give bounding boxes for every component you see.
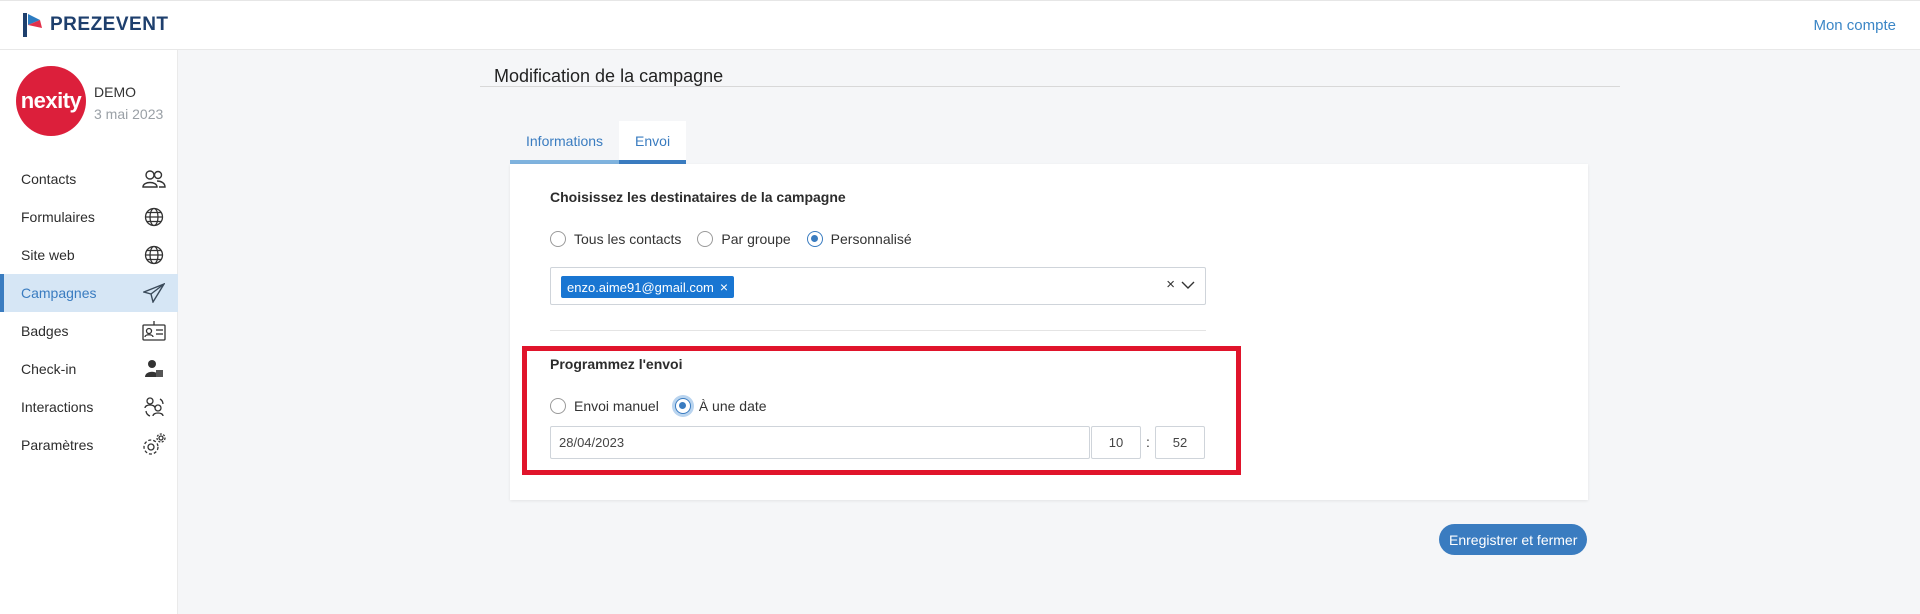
globe-icon <box>142 206 166 228</box>
recipients-multiselect[interactable]: enzo.aime91@gmail.com × × <box>550 267 1206 305</box>
sidebar-item-label: Interactions <box>21 399 94 415</box>
sidebar-item-label: Formulaires <box>21 209 95 225</box>
app-logo[interactable]: PREZEVENT <box>22 12 169 38</box>
contacts-icon <box>142 168 166 190</box>
top-bar: PREZEVENT Mon compte <box>0 0 1920 50</box>
sidebar-item-badges[interactable]: Badges <box>0 312 178 350</box>
radio-circle <box>697 231 714 247</box>
organization-name: DEMO <box>94 84 136 100</box>
sidebar-item-campagnes[interactable]: Campagnes <box>0 274 178 312</box>
brand-name: PREZEVENT <box>50 14 169 35</box>
recipient-chip: enzo.aime91@gmail.com × <box>561 276 735 298</box>
organization-info: DEMO 3 mai 2023 <box>94 84 163 122</box>
sidebar-item-interactions[interactable]: Interactions <box>0 388 178 426</box>
radio-circle <box>550 231 566 247</box>
sidebar-nav: Contacts Formulaires Site web Campagnes … <box>0 160 178 464</box>
sidebar-item-label: Paramètres <box>21 437 94 453</box>
interactions-icon <box>142 396 166 418</box>
paper-plane-icon <box>142 282 166 304</box>
chevron-down-icon[interactable] <box>1181 277 1195 293</box>
section-divider <box>550 330 1206 331</box>
sidebar-item-label: Badges <box>21 323 69 339</box>
remove-chip-icon[interactable]: × <box>720 279 728 295</box>
organization-block: nexity DEMO 3 mai 2023 <box>16 66 163 136</box>
prezevent-logo-icon <box>23 13 42 37</box>
radio-par-groupe[interactable]: Par groupe <box>697 231 791 247</box>
clear-selection-icon[interactable]: × <box>1166 276 1175 293</box>
chip-label: enzo.aime91@gmail.com <box>567 279 714 295</box>
account-link[interactable]: Mon compte <box>1813 17 1896 34</box>
radio-circle <box>806 231 823 247</box>
recipients-title: Choisissez les destinataires de la campa… <box>550 189 846 205</box>
schedule-radio-group: Envoi manuel À une date <box>550 398 783 414</box>
hour-input[interactable]: 10 <box>1091 426 1141 459</box>
page-title: Modification de la campagne <box>494 66 724 86</box>
organization-logo: nexity <box>16 66 86 136</box>
sidebar-item-label: Site web <box>21 247 75 263</box>
tab-informations[interactable]: Informations <box>510 121 620 164</box>
radio-a-une-date[interactable]: À une date <box>674 398 767 414</box>
save-and-close-button[interactable]: Enregistrer et fermer <box>1439 524 1588 555</box>
date-input[interactable]: 28/04/2023 <box>550 426 1090 459</box>
sidebar-item-label: Campagnes <box>21 285 97 301</box>
radio-label: Tous les contacts <box>574 231 682 247</box>
radio-personnalise[interactable]: Personnalisé <box>806 231 912 247</box>
badge-icon <box>142 320 166 342</box>
sidebar-item-formulaires[interactable]: Formulaires <box>0 198 178 236</box>
radio-tous-les-contacts[interactable]: Tous les contacts <box>550 231 681 247</box>
tab-bar: Informations Envoi <box>510 121 687 164</box>
radio-label: Par groupe <box>721 231 791 247</box>
sidebar-item-site-web[interactable]: Site web <box>0 236 178 274</box>
recipients-radio-group: Tous les contacts Par groupe Personnalis… <box>550 231 928 247</box>
radio-label: Personnalisé <box>830 231 912 247</box>
sidebar-item-check-in[interactable]: Check-in <box>0 350 178 388</box>
tab-envoi[interactable]: Envoi <box>619 121 687 164</box>
envoi-panel: Choisissez les destinataires de la campa… <box>510 164 1588 500</box>
settings-gear-icon <box>142 433 166 456</box>
globe-icon <box>142 244 166 266</box>
radio-circle <box>674 398 691 414</box>
radio-envoi-manuel[interactable]: Envoi manuel <box>550 398 659 414</box>
title-divider <box>480 86 1620 87</box>
sidebar-item-parametres[interactable]: Paramètres <box>0 426 178 464</box>
user-check-icon <box>142 358 166 380</box>
radio-label: Envoi manuel <box>574 398 659 414</box>
sidebar-item-label: Contacts <box>21 171 77 187</box>
sidebar: nexity DEMO 3 mai 2023 Contacts Formulai… <box>0 50 178 614</box>
sidebar-item-contacts[interactable]: Contacts <box>0 160 178 198</box>
schedule-title: Programmez l'envoi <box>550 356 683 372</box>
sidebar-item-label: Check-in <box>21 361 77 377</box>
radio-circle <box>550 398 566 414</box>
minute-input[interactable]: 52 <box>1155 426 1205 459</box>
time-separator: : <box>1146 434 1150 450</box>
radio-label: À une date <box>698 398 767 414</box>
event-date: 3 mai 2023 <box>94 106 164 122</box>
